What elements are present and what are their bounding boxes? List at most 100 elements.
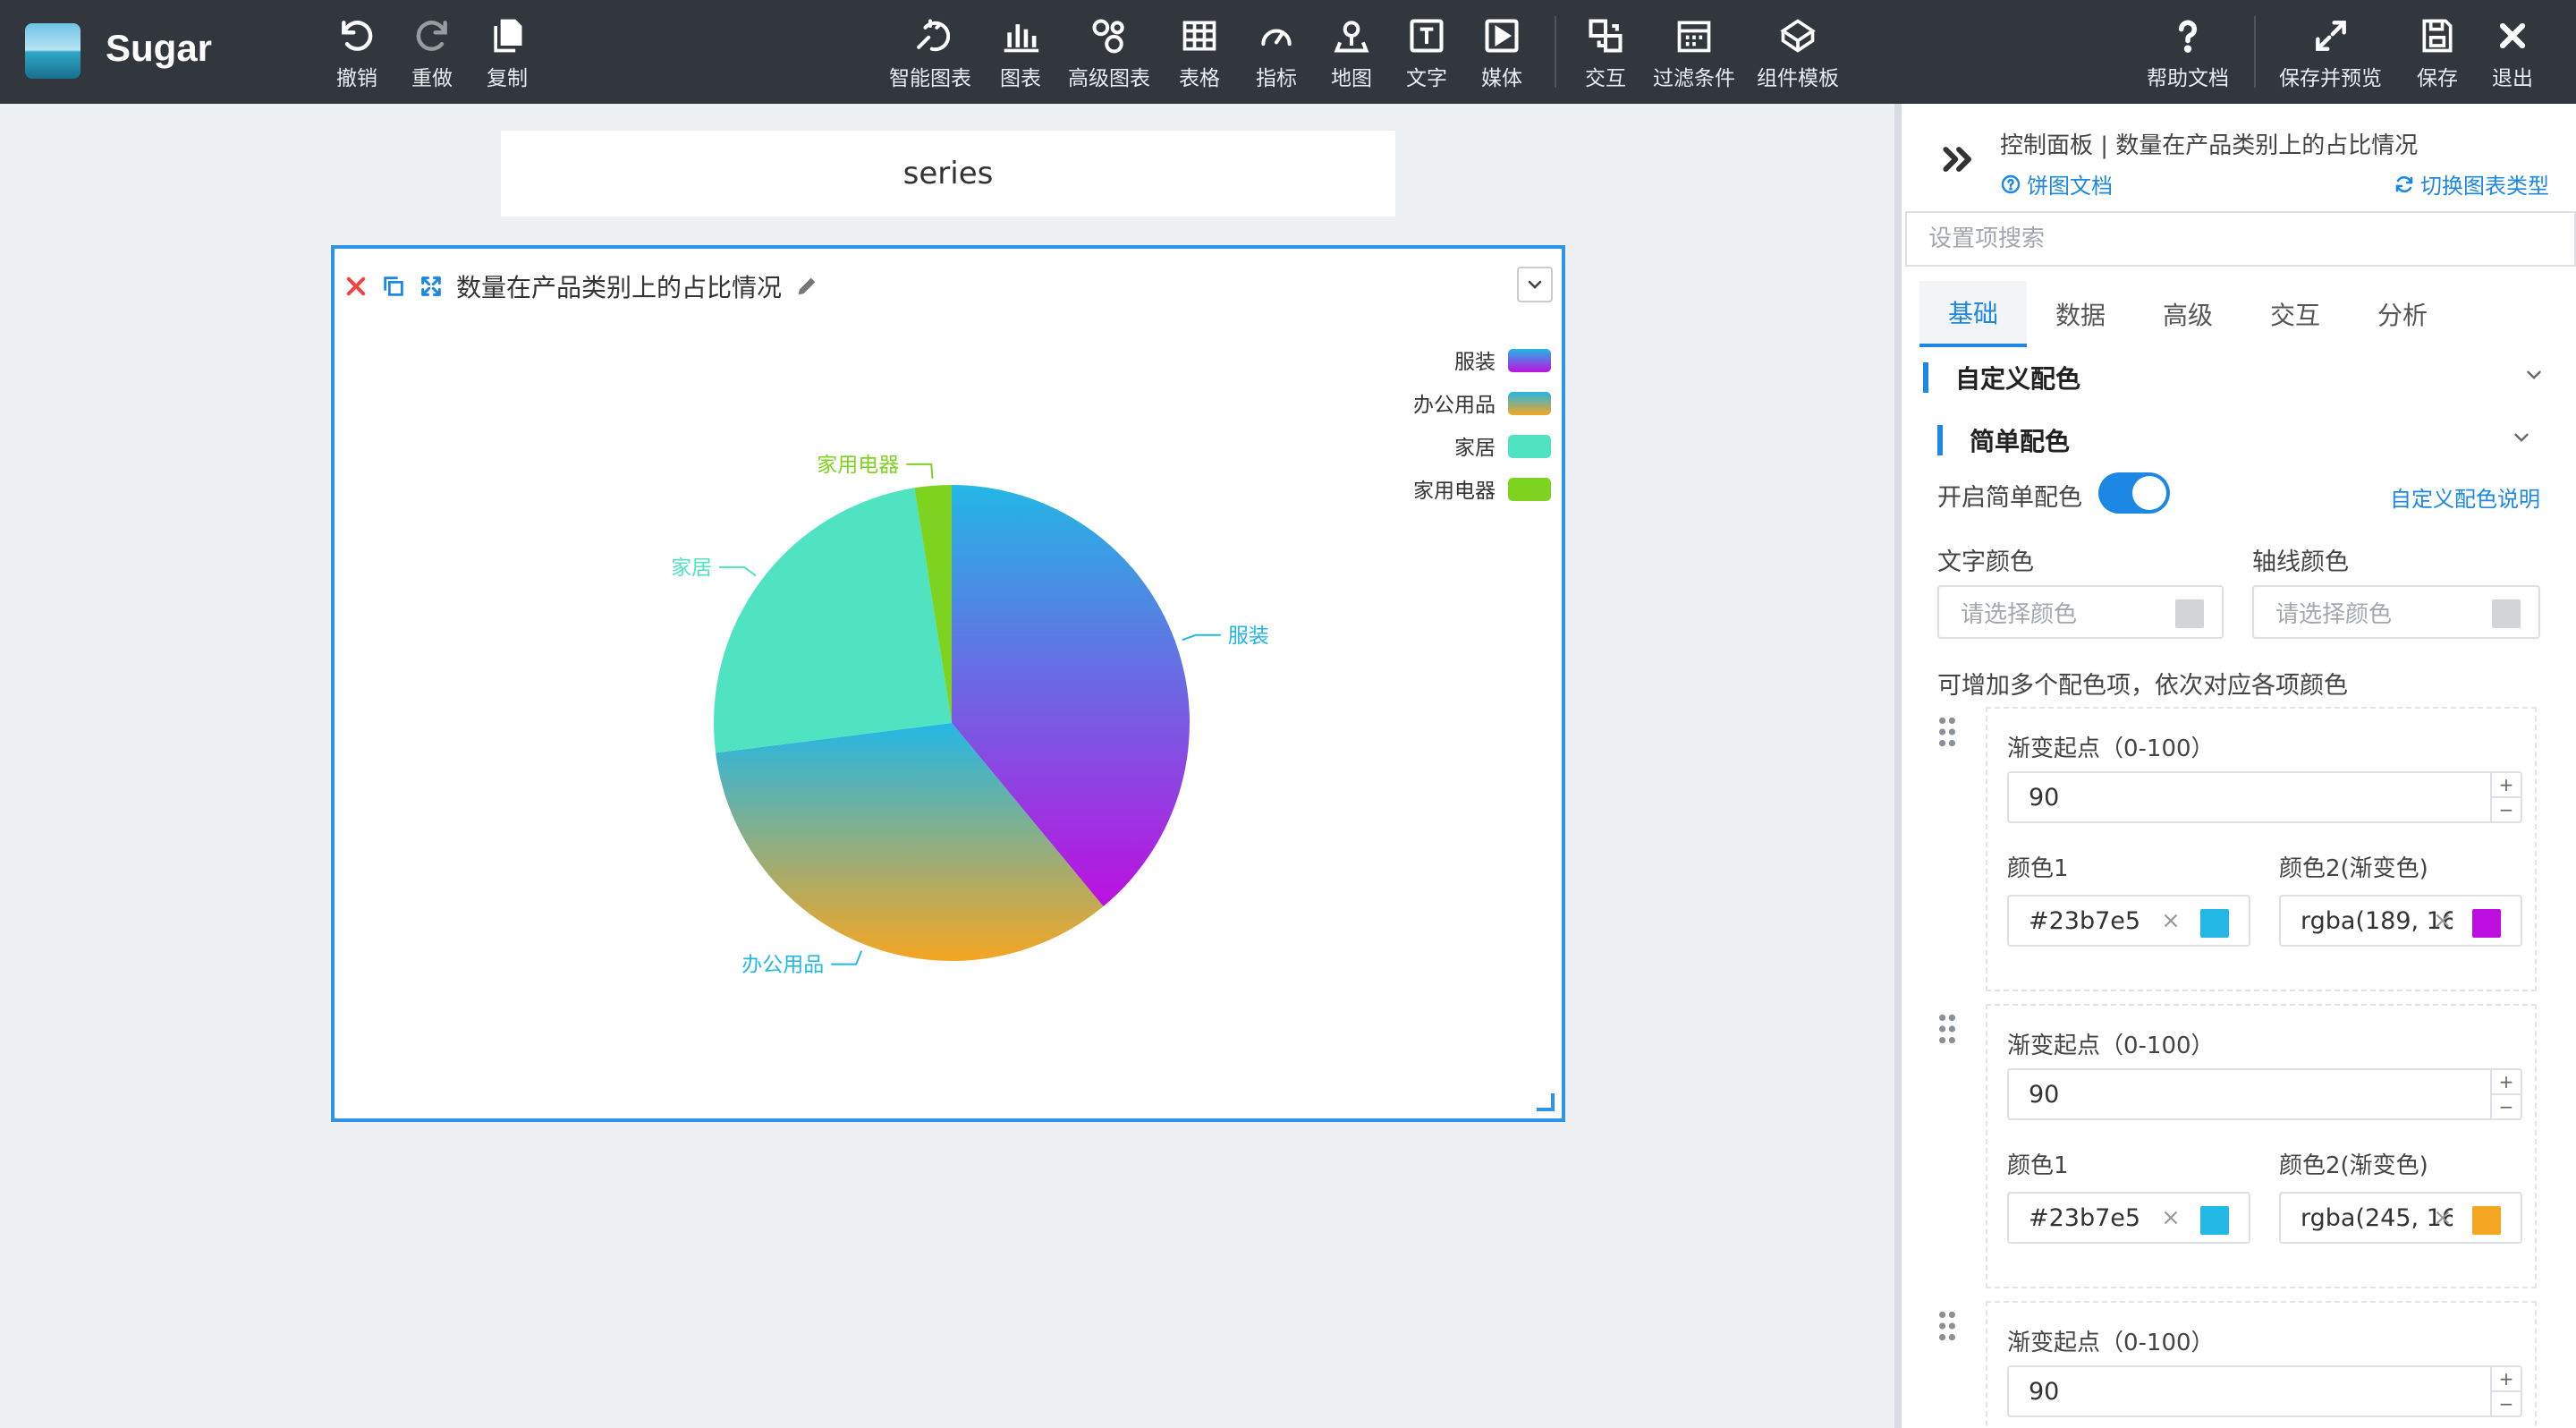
color-item-3: 渐变起点（0-100） 90 + − (1986, 1301, 2537, 1428)
pie-label-leader (831, 950, 863, 965)
legend-swatch[interactable] (1508, 435, 1551, 458)
pie-slice-label: 家用电器 (817, 454, 899, 477)
pie-chart-card[interactable]: 数量在产品类别上的占比情况 服装 办公用品 家居 家用电器 服装 办公用品 家居 家用电器 (331, 245, 1565, 1122)
advanced-chart-icon (1092, 19, 1124, 54)
color1-label: 颜色1 (2007, 1152, 2069, 1179)
play-icon (1485, 19, 1519, 53)
clear-icon[interactable] (2431, 909, 2454, 932)
number-stepper[interactable]: + − (2490, 1367, 2521, 1415)
advanced-chart-button[interactable]: 高级图表 (1068, 16, 1150, 93)
tab-interaction[interactable]: 交互 (2241, 281, 2349, 347)
enable-simple-color-label: 开启简单配色 (1937, 484, 2082, 512)
pie-docs-link[interactable]: 饼图文档 (2000, 168, 2113, 200)
drag-handle-icon[interactable] (1937, 1310, 1957, 1342)
redo-icon (416, 21, 447, 51)
color1-label: 颜色1 (2007, 855, 2069, 882)
legend-item-label[interactable]: 办公用品 (1413, 394, 1496, 417)
app-name: Sugar (106, 27, 213, 69)
table-button[interactable]: 表格 (1179, 16, 1220, 93)
legend-item-label[interactable]: 服装 (1454, 351, 1496, 374)
map-button[interactable]: 地图 (1331, 16, 1372, 93)
color1-input[interactable]: #23b7e5 (2007, 895, 2250, 947)
close-icon (2499, 22, 2526, 49)
color-item-1: 渐变起点（0-100） 90 + − 颜色1 颜色2(渐变色) #23b7e5 r… (1986, 707, 2537, 991)
pie-chart: 服装办公用品家居家用电器 服装办公用品家居家用电器 (671, 349, 1551, 977)
color-swatch (2472, 909, 2501, 938)
legend-item-label[interactable]: 家居 (1454, 437, 1496, 460)
section-simple-color[interactable]: 简单配色 (1937, 422, 2070, 458)
panel-splitter[interactable] (1894, 104, 1902, 1428)
number-stepper[interactable]: + − (2490, 1070, 2521, 1118)
number-stepper[interactable]: + − (2490, 773, 2521, 821)
filter-button[interactable]: 过滤条件 (1653, 16, 1735, 93)
legend-swatch[interactable] (1508, 349, 1551, 372)
tab-basic[interactable]: 基础 (1919, 281, 2027, 347)
color2-label: 颜色2(渐变色) (2279, 1152, 2428, 1179)
resize-handle[interactable] (1537, 1093, 1555, 1111)
bar-chart-icon (1004, 24, 1039, 53)
legend-swatch[interactable] (1508, 392, 1551, 415)
smart-chart-icon (917, 19, 950, 52)
chevron-down-icon[interactable] (2522, 363, 2546, 387)
simple-color-toggle[interactable] (2098, 472, 2170, 514)
gradient-start-label: 渐变起点（0-100） (2007, 1330, 2215, 1356)
save-button[interactable]: 保存 (2417, 16, 2458, 93)
clear-icon[interactable] (2159, 1206, 2182, 1229)
copy-button[interactable]: 复制 (487, 16, 528, 93)
pie-slice-label: 家居 (671, 557, 712, 580)
media-button[interactable]: 媒体 (1481, 16, 1522, 93)
collapse-panel-icon[interactable] (1939, 140, 1979, 179)
gauge-icon (1261, 29, 1292, 47)
help-circle-icon (2001, 174, 2021, 193)
clear-icon[interactable] (2431, 1206, 2454, 1229)
section-custom-color[interactable]: 自定义配色 (1923, 360, 2080, 395)
text-color-picker[interactable]: 请选择颜色 (1937, 585, 2224, 639)
pie-slice[interactable] (714, 488, 952, 753)
color2-input[interactable]: rgba(245, 166, 35, 1) (2279, 1192, 2522, 1244)
series-text-component[interactable]: series (501, 131, 1395, 217)
toolbar-divider (2254, 16, 2256, 88)
legend-item-label[interactable]: 家用电器 (1413, 480, 1496, 503)
interaction-icon (1589, 19, 1623, 53)
redo-button[interactable]: 重做 (411, 16, 453, 93)
color-swatch (2472, 1206, 2501, 1235)
indicator-button[interactable]: 指标 (1256, 16, 1297, 93)
smart-chart-button[interactable]: 智能图表 (889, 16, 971, 93)
calendar-filter-icon (1677, 21, 1711, 53)
toolbar-divider (1555, 16, 1556, 88)
tab-advanced[interactable]: 高级 (2134, 281, 2241, 347)
help-docs-button[interactable]: 帮助文档 (2147, 16, 2229, 93)
top-toolbar: Sugar 撤销 重做 复制 智能图表 图表 高级图表 表格 指标 地图 文字 … (0, 0, 2576, 104)
drag-handle-icon[interactable] (1937, 716, 1957, 748)
component-template-button[interactable]: 组件模板 (1757, 16, 1839, 93)
legend-swatch[interactable] (1508, 478, 1551, 501)
exit-button[interactable]: 退出 (2492, 16, 2533, 93)
color2-input[interactable]: rgba(189, 16, 224, 1) (2279, 895, 2522, 947)
switch-chart-type-link[interactable]: 切换图表类型 (2394, 168, 2549, 200)
undo-icon (342, 21, 373, 51)
drag-handle-icon[interactable] (1937, 1013, 1957, 1045)
sugar-logo (25, 23, 80, 79)
clear-icon[interactable] (2159, 909, 2182, 932)
settings-search-input[interactable] (1905, 211, 2576, 267)
color-swatch (2175, 599, 2204, 628)
panel-title: 控制面板 | 数量在产品类别上的占比情况 (2000, 132, 2419, 159)
undo-button[interactable]: 撤销 (336, 16, 377, 93)
save-preview-button[interactable]: 保存并预览 (2279, 16, 2382, 93)
chevron-down-icon[interactable] (2510, 426, 2533, 449)
custom-color-help-link[interactable]: 自定义配色说明 (2390, 481, 2540, 513)
gradient-start-input[interactable]: 90 + − (2007, 1365, 2522, 1417)
map-pin-icon (1334, 21, 1369, 53)
text-button[interactable]: 文字 (1406, 16, 1447, 93)
chart-button[interactable]: 图表 (1000, 16, 1041, 93)
interaction-button[interactable]: 交互 (1585, 16, 1626, 93)
tab-analysis[interactable]: 分析 (2349, 281, 2456, 347)
axis-color-picker[interactable]: 请选择颜色 (2252, 585, 2540, 639)
color1-input[interactable]: #23b7e5 (2007, 1192, 2250, 1244)
color2-label: 颜色2(渐变色) (2279, 855, 2428, 882)
gradient-start-input[interactable]: 90 + − (2007, 771, 2522, 823)
tab-data[interactable]: 数据 (2027, 281, 2134, 347)
color-item-2: 渐变起点（0-100） 90 + − 颜色1 颜色2(渐变色) #23b7e5 r… (1986, 1004, 2537, 1288)
gradient-start-input[interactable]: 90 + − (2007, 1068, 2522, 1120)
text-icon (1410, 19, 1444, 53)
